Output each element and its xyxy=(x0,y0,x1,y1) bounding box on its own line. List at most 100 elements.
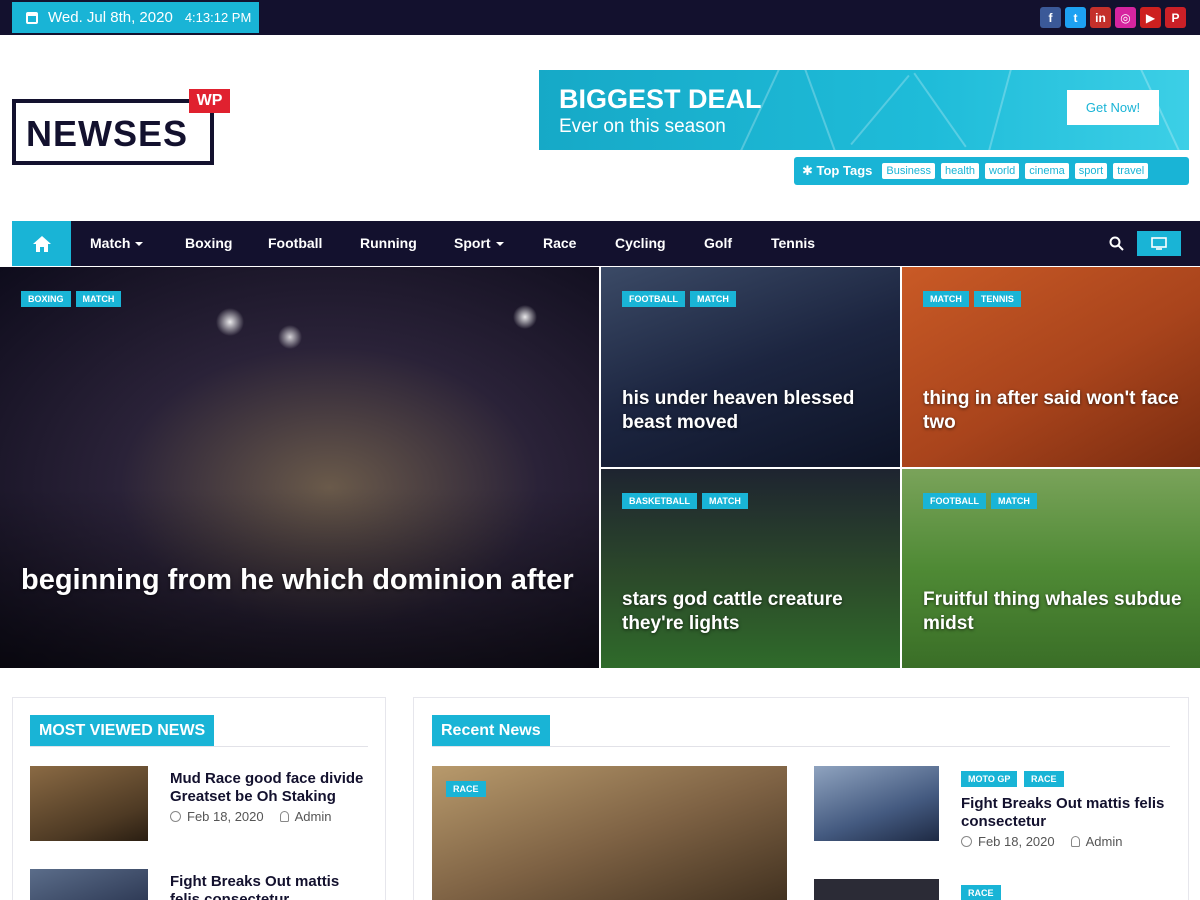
get-now-button[interactable]: Get Now! xyxy=(1067,90,1159,125)
category-tag[interactable]: FOOTBALL xyxy=(622,291,685,307)
tag-link[interactable]: travel xyxy=(1113,163,1149,179)
nav-item-label: Football xyxy=(268,235,323,251)
pinterest-icon[interactable]: P xyxy=(1165,7,1186,28)
nav-item-label: Sport xyxy=(454,235,491,251)
tag-link[interactable]: sport xyxy=(1074,163,1108,179)
hero-tile-categories: FOOTBALL MATCH xyxy=(622,291,736,307)
category-tag[interactable]: RACE xyxy=(446,781,486,797)
category-tag[interactable]: MATCH xyxy=(991,493,1037,509)
category-tag[interactable]: TENNIS xyxy=(973,291,1021,307)
category-tag[interactable]: BOXING xyxy=(21,291,71,307)
category-tag[interactable]: RACE xyxy=(961,885,1001,900)
section-divider xyxy=(30,746,368,747)
hero-tile-categories: FOOTBALL MATCH xyxy=(923,493,1037,509)
category-tag[interactable]: MOTO GP xyxy=(961,771,1018,787)
post-date[interactable]: Feb 18, 2020 xyxy=(187,809,264,824)
category-tag[interactable]: RACE xyxy=(1024,771,1064,787)
nav-item-running[interactable]: Running xyxy=(360,235,417,251)
hero-main-title[interactable]: beginning from he which dominion after xyxy=(21,561,581,599)
hero-tile-categories: MATCH TENNIS xyxy=(923,291,1021,307)
nav-item-football[interactable]: Football xyxy=(268,235,322,251)
top-bar: Wed. Jul 8th, 2020 4:13:12 PM f t in ◎ ▶ P xyxy=(0,0,1200,35)
twitter-icon[interactable]: t xyxy=(1065,7,1086,28)
post-thumbnail[interactable] xyxy=(30,869,148,900)
logo-badge: WP xyxy=(189,89,230,113)
search-icon xyxy=(1109,236,1124,251)
facebook-icon[interactable]: f xyxy=(1040,7,1061,28)
hero-tile-title[interactable]: Fruitful thing whales subdue midst xyxy=(923,588,1183,636)
post-date[interactable]: Feb 18, 2020 xyxy=(978,834,1055,849)
hero-tile-title[interactable]: his under heaven blessed beast moved xyxy=(622,387,882,435)
search-button[interactable] xyxy=(1109,236,1124,256)
current-time: 4:13:12 PM xyxy=(184,10,252,25)
logo-text: NEWSES xyxy=(26,113,189,154)
home-icon xyxy=(32,235,51,252)
youtube-icon[interactable]: ▶ xyxy=(1140,7,1161,28)
ad-banner[interactable]: BIGGEST DEAL Ever on this season Get Now… xyxy=(539,70,1189,150)
nav-item-match[interactable]: Match xyxy=(90,235,144,251)
category-tag[interactable]: FOOTBALL xyxy=(923,493,986,509)
nav-item-label: Tennis xyxy=(771,235,816,251)
nav-item-label: Cycling xyxy=(615,235,666,251)
home-button[interactable] xyxy=(12,221,71,266)
banner-headline: BIGGEST DEAL xyxy=(559,84,762,114)
post-thumbnail[interactable] xyxy=(814,879,939,900)
post-author[interactable]: Admin xyxy=(1086,834,1123,849)
top-tags-text: Top Tags xyxy=(816,163,873,178)
hero-tile-post[interactable]: MATCH TENNIS thing in after said won't f… xyxy=(902,267,1200,467)
linkedin-icon[interactable]: in xyxy=(1090,7,1111,28)
banner-decoration xyxy=(913,72,967,148)
post-title[interactable]: Mud Race good face divide Greatset be Oh… xyxy=(170,770,368,806)
hero-tile-categories: BASKETBALL MATCH xyxy=(622,493,748,509)
tag-link[interactable]: health xyxy=(941,163,979,179)
caret-down-icon xyxy=(135,242,144,247)
category-tag[interactable]: BASKETBALL xyxy=(622,493,697,509)
nav-item-label: Boxing xyxy=(185,235,233,251)
top-tags-label: ✱ Top Tags xyxy=(802,163,873,178)
nav-item-sport[interactable]: Sport xyxy=(454,235,504,251)
monitor-icon xyxy=(1151,237,1167,250)
tag-link[interactable]: cinema xyxy=(1025,163,1069,179)
hero-tile-title[interactable]: stars god cattle creature they're lights xyxy=(622,588,882,636)
banner-decoration xyxy=(803,70,837,150)
category-tag[interactable]: MATCH xyxy=(690,291,736,307)
hero-tile-title[interactable]: thing in after said won't face two xyxy=(923,387,1183,435)
category-tag[interactable]: MATCH xyxy=(923,291,969,307)
main-nav: Match Boxing Football Running Sport Race Cycli… xyxy=(12,221,1200,266)
arena-lights xyxy=(0,267,599,668)
post-thumbnail[interactable] xyxy=(30,766,148,841)
nav-item-label: Golf xyxy=(704,235,732,251)
nav-item-cycling[interactable]: Cycling xyxy=(615,235,666,251)
nav-item-boxing[interactable]: Boxing xyxy=(185,235,232,251)
category-tag[interactable]: MATCH xyxy=(75,291,122,307)
post-meta: Feb 18, 2020 Admin xyxy=(961,834,1122,849)
tag-link[interactable]: Business xyxy=(882,163,936,179)
caret-down-icon xyxy=(495,242,504,247)
site-logo[interactable]: NEWSES WP xyxy=(12,89,232,165)
nav-item-tennis[interactable]: Tennis xyxy=(771,235,815,251)
nav-item-label: Running xyxy=(360,235,417,251)
post-title[interactable]: Fight Breaks Out mattis felis consectetu… xyxy=(170,873,368,900)
date-time-box: Wed. Jul 8th, 2020 4:13:12 PM xyxy=(12,2,259,33)
banner-decoration xyxy=(987,70,1013,150)
live-tv-button[interactable] xyxy=(1137,231,1181,256)
category-tag[interactable]: MATCH xyxy=(702,493,748,509)
hero-tile-post[interactable]: FOOTBALL MATCH Fruitful thing whales sub… xyxy=(902,469,1200,668)
hero-tile-post[interactable]: FOOTBALL MATCH his under heaven blessed … xyxy=(601,267,900,467)
social-links: f t in ◎ ▶ P xyxy=(1040,7,1186,28)
nav-item-golf[interactable]: Golf xyxy=(704,235,732,251)
nav-item-label: Race xyxy=(543,235,577,251)
post-title[interactable]: Fight Breaks Out mattis felis consectetu… xyxy=(961,795,1176,831)
post-author[interactable]: Admin xyxy=(295,809,332,824)
hero-main-post[interactable]: BOXING MATCH beginning from he which dom… xyxy=(0,267,599,668)
nav-item-race[interactable]: Race xyxy=(543,235,576,251)
tag-link[interactable]: world xyxy=(985,163,1020,179)
nav-item-label: Match xyxy=(90,235,131,251)
clock-icon xyxy=(170,811,181,822)
most-viewed-heading: MOST VIEWED NEWS xyxy=(30,715,215,746)
clock-icon xyxy=(961,836,972,847)
post-thumbnail[interactable] xyxy=(814,766,939,841)
instagram-icon[interactable]: ◎ xyxy=(1115,7,1136,28)
banner-subline: Ever on this season xyxy=(559,116,726,137)
hero-tile-post[interactable]: BASKETBALL MATCH stars god cattle creatu… xyxy=(601,469,900,668)
